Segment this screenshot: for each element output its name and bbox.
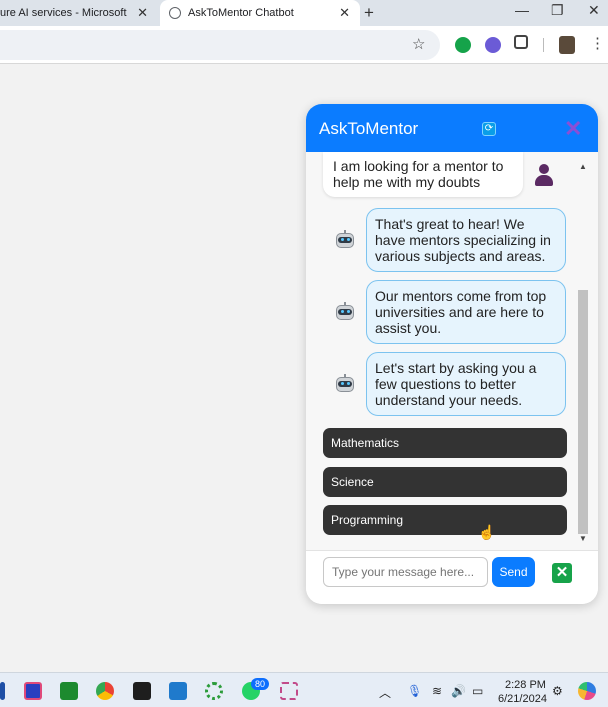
vscode-icon[interactable] [169,682,187,700]
battery-icon[interactable]: ▭ [472,684,483,698]
clear-icon[interactable]: ✕ [552,563,572,583]
xbox-icon[interactable] [60,682,78,700]
tab-label: AskToMentor Chatbot [188,7,294,19]
globe-icon [169,7,181,19]
globe-extension-icon[interactable] [485,37,501,53]
chatbot-widget: AskToMentor ⟳ ✕ ▲ ▼ I am looking for a m… [306,104,598,604]
terminal-icon[interactable] [133,682,151,700]
whatsapp-unread-badge: 80 [251,678,269,690]
bot-message-bubble: Our mentors come from top universities a… [366,280,566,344]
profile-avatar[interactable] [559,36,575,54]
minimize-icon[interactable]: — [515,2,529,18]
chrome-icon[interactable] [96,682,114,700]
scrollbar-thumb[interactable] [578,290,588,534]
refresh-icon[interactable]: ⟳ [482,122,496,136]
clock-time[interactable]: 2:28 PM [505,679,546,691]
volume-icon[interactable]: 🔊 [451,684,466,698]
address-bar[interactable] [0,30,440,60]
browser-toolbar: ☆ ⋮ [0,26,608,64]
clock-date[interactable]: 6/21/2024 [498,693,547,705]
extensions-puzzle-icon[interactable] [514,35,528,49]
tab-azure-ai-services[interactable]: ure AI services - Microsoft Az ✕ [0,0,160,26]
chatbot-header: AskToMentor ⟳ ✕ [306,104,598,152]
more-menu-icon[interactable]: ⋮ [590,34,605,52]
bot-message-bubble: That's great to hear! We have mentors sp… [366,208,566,272]
scroll-up-arrow-icon[interactable]: ▲ [579,162,587,171]
close-tab-icon[interactable]: ✕ [137,5,148,21]
bot-message-bubble: Let's start by asking you a few question… [366,352,566,416]
chatbot-title: AskToMentor [319,119,419,138]
wifi-icon[interactable]: ≋ [432,684,442,698]
grammarly-extension-icon[interactable] [455,37,471,53]
option-button-science[interactable]: Science [323,467,567,497]
close-icon[interactable]: ✕ [564,116,582,142]
option-button-programming[interactable]: Programming [323,505,567,535]
bot-avatar-icon [334,230,356,250]
input-area: Send ✕ [306,550,598,604]
browser-tab-strip: ure AI services - Microsoft Az ✕ AskToMe… [0,0,608,26]
tab-label: ure AI services - Microsoft Az [0,7,128,19]
app-green-ring-icon[interactable] [205,682,223,700]
app-copilot-icon[interactable] [24,682,42,700]
bookmark-star-icon[interactable]: ☆ [412,35,425,53]
user-avatar-icon [534,164,554,188]
snipping-tool-icon[interactable] [280,682,298,700]
user-message-bubble: I am looking for a mentor to help me wit… [323,152,523,197]
option-button-mathematics[interactable]: Mathematics [323,428,567,458]
bot-avatar-icon [334,302,356,322]
mouse-cursor-icon: ☝ [478,524,496,540]
windows-taskbar: 80 ︿ 🎙 ≋ 🔊 ▭ 2:28 PM 6/21/2024 ⚙ [0,672,608,707]
close-tab-icon[interactable]: ✕ [339,5,350,21]
toolbar-divider [543,38,544,52]
restore-icon[interactable]: ❐ [551,2,564,19]
tab-asktomentor-chatbot[interactable]: AskToMentor Chatbot ✕ [160,0,360,26]
bot-avatar-icon [334,374,356,394]
scroll-down-arrow-icon[interactable]: ▼ [579,534,587,543]
settings-gear-icon[interactable]: ⚙ [552,684,563,698]
copilot-icon[interactable] [578,682,596,700]
microphone-icon[interactable]: 🎙 [407,684,422,698]
app-edge-icon[interactable] [0,682,5,700]
close-window-icon[interactable]: ✕ [588,2,600,19]
message-input[interactable] [323,557,488,587]
show-hidden-icons-chevron-icon[interactable]: ︿ [379,684,391,701]
send-button[interactable]: Send [492,557,535,587]
new-tab-icon[interactable]: + [364,3,374,23]
